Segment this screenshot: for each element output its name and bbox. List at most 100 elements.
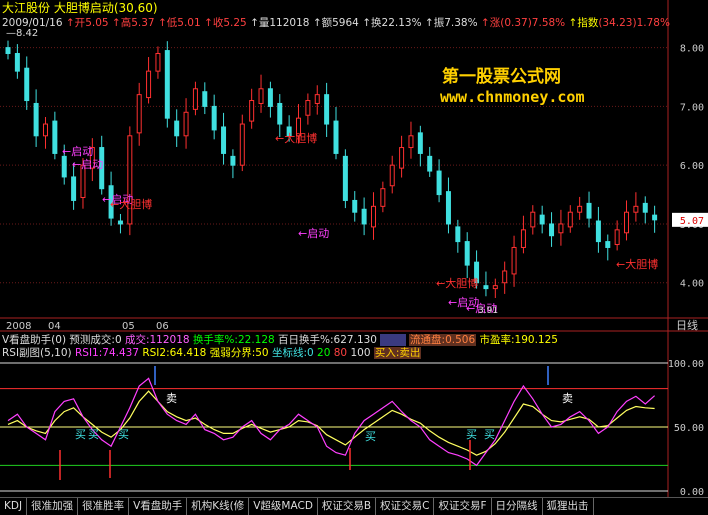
candle-body [239, 123, 245, 166]
midline-value: 强弱分界:50 [209, 347, 269, 359]
rsi-info-bar: RSI副图(5,10) RSI1:74.437 RSI2:64.418 强弱分界… [2, 347, 422, 360]
candle-body [595, 220, 601, 243]
candle-body [136, 94, 142, 134]
tab-0[interactable]: KDJ [0, 498, 28, 515]
price-tick-label: 4.00 [680, 279, 704, 290]
tab-5[interactable]: V超级MACD [249, 498, 318, 515]
rsi2-value: RSI2:64.418 [142, 347, 207, 359]
candle-body [230, 155, 236, 166]
buy-signal-label: 买 [466, 428, 477, 441]
signal-annotation: ←大胆博 [110, 197, 152, 211]
sell-signal-label: 卖 [562, 392, 573, 405]
signal-annotation: ←启动 [298, 227, 329, 240]
candle-body [586, 202, 592, 219]
candle-body [361, 208, 367, 225]
candle-body [445, 191, 451, 225]
watermark-url: www.chnmoney.com [440, 88, 585, 106]
candle-body [183, 111, 189, 137]
candle-body [502, 270, 508, 284]
panel-name[interactable]: V看盘助手(0) [2, 334, 66, 346]
candle-body [305, 100, 311, 116]
candle-body [549, 223, 555, 237]
candle-body [352, 199, 358, 213]
high-marker-value: 8.42 [16, 28, 39, 39]
tab-4[interactable]: 机构K线(修 [187, 498, 250, 515]
time-axis-label: 2008 [6, 321, 31, 332]
low-value: 5.01 [177, 17, 201, 29]
turnover-100: 百日换手%:627.130 [278, 334, 377, 346]
level-20: 20 [317, 347, 331, 359]
candle-body [14, 53, 20, 72]
tab-2[interactable]: 很准胜率 [78, 498, 130, 515]
time-axis-label: 05 [122, 321, 135, 332]
candle-body [389, 164, 395, 187]
time-axis-label: 04 [48, 321, 61, 332]
rsi2-line [7, 390, 655, 456]
candle-body [652, 214, 658, 221]
quote-bar: 2009/01/16 ↑开5.05 ↑高5.37 ↑低5.01 ↑收5.25 ↑… [2, 16, 670, 30]
candle-body [370, 205, 376, 228]
tab-6[interactable]: 权证交易B [318, 498, 377, 515]
turnover-rate: 换手率%:22.128 [192, 334, 275, 346]
buy-signal-label: 买 [365, 430, 376, 443]
turn-value: 22.13% [381, 17, 422, 29]
candle-body [520, 229, 526, 248]
indicator-tab-bar: KDJ 很准加强 很准胜率 V看盘助手 机构K线(修 V超级MACD 权证交易B 权证交易C 权… [0, 497, 708, 515]
candle-body [258, 88, 264, 104]
candle-body [567, 211, 573, 228]
current-price-label: 5.07 [680, 216, 704, 227]
rsi-panel-name[interactable]: RSI副图(5,10) [2, 347, 72, 359]
candle-body [483, 285, 489, 290]
tab-7[interactable]: 权证交易C [376, 498, 435, 515]
signal-annotation: ←大胆博 [275, 131, 317, 145]
watermark-title: 第一股票公式网 [442, 67, 561, 87]
buy-signal-label: 买 [484, 428, 495, 441]
tab-9[interactable]: 日分隔线 [492, 498, 543, 515]
chg-value: (0.37)7.58% [500, 17, 566, 29]
vol-label: ↑量 [250, 17, 270, 29]
candle-body [558, 223, 564, 234]
level-100: 100 [350, 347, 371, 359]
rsi-tick-label: 100.00 [668, 359, 704, 370]
candle-body [464, 241, 470, 266]
close-value: 5.25 [223, 17, 247, 29]
tab-3[interactable]: V看盘助手 [129, 498, 188, 515]
candle-body [146, 70, 152, 99]
idx-value: (34.23)1.78% [598, 17, 670, 29]
candle-body [436, 170, 442, 196]
volume-info-bar: V看盘助手(0) 预测成交:0 成交:112018 换手率%:22.128 百日… [2, 334, 558, 347]
high-label: ↑高 [111, 17, 132, 29]
signal-annotation: ←启动 [62, 145, 93, 158]
candle-body [249, 100, 255, 122]
candle-body [221, 126, 227, 154]
candle-body [211, 105, 217, 131]
candle-body [399, 147, 405, 169]
tab-1[interactable]: 很准加强 [27, 498, 79, 515]
candle-body [24, 67, 30, 102]
buy-signal-label: 买 [75, 428, 86, 441]
amt-label: ↑额 [312, 17, 333, 29]
indicator-name: 大胆博启动(30,60) [53, 1, 158, 15]
tab-8[interactable]: 权证交易F [434, 498, 492, 515]
candle-body [61, 155, 67, 178]
candle-body [164, 50, 170, 119]
candle-body [155, 53, 161, 72]
chg-label: ↑涨 [480, 17, 501, 29]
candle-body [539, 214, 545, 225]
candle-body [342, 155, 348, 201]
vol-value: 112018 [269, 17, 310, 29]
candle-body [605, 241, 611, 248]
price-tick-label: 7.00 [680, 102, 704, 113]
candle-body [455, 226, 461, 243]
close-label: ↑收 [204, 17, 224, 29]
tab-10[interactable]: 狐狸出击 [543, 498, 594, 515]
stock-name[interactable]: 大江股份 [2, 1, 50, 15]
candle-body [530, 211, 536, 228]
float-shares: 流通盘:0.506 [409, 334, 477, 346]
candle-body [614, 229, 620, 246]
buy-signal-label: 买 [88, 428, 99, 441]
period-label: 日线 [676, 318, 698, 332]
chart-canvas: 8.007.006.005.004.005.072008040506日线 ←启动… [0, 0, 708, 498]
candle-body [202, 91, 208, 107]
candle-body [417, 132, 423, 154]
